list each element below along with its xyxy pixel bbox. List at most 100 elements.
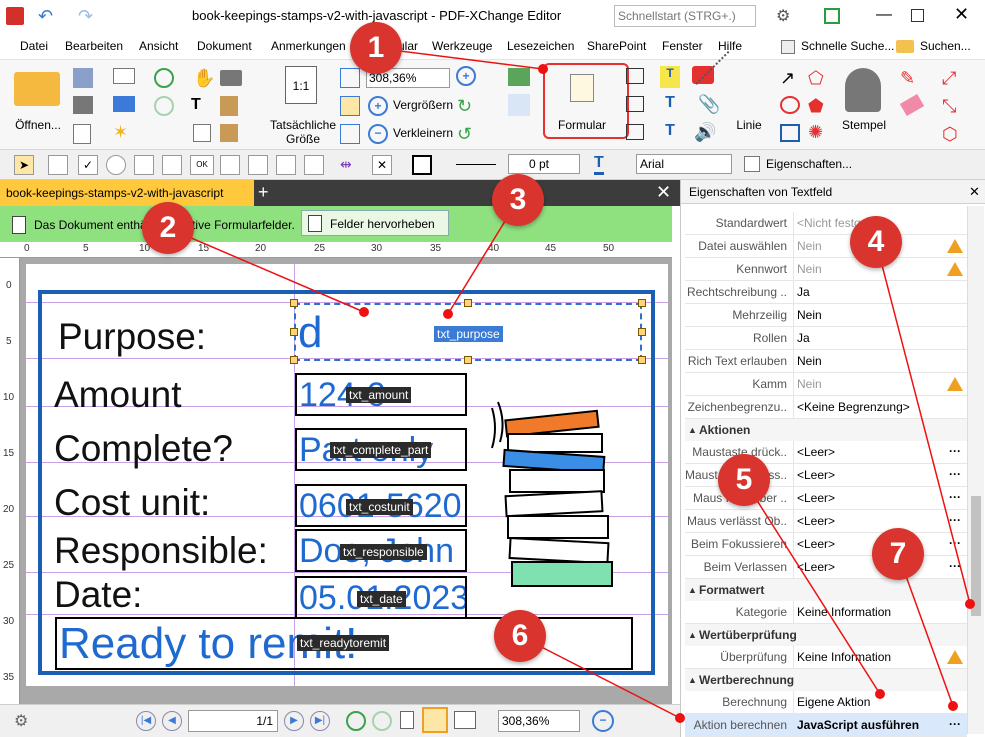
edit-icon[interactable]	[193, 124, 211, 142]
textfield-tool-icon[interactable]	[48, 155, 68, 175]
checkbox-tool-icon[interactable]: ✓	[78, 155, 98, 175]
resize-handle[interactable]	[464, 299, 472, 307]
textbox-icon[interactable]	[626, 96, 644, 112]
border-color-icon[interactable]	[412, 155, 432, 175]
measure-area-icon[interactable]: ⤡	[942, 96, 956, 117]
action-row[interactable]: Maus verlässt Ob.. <Leer> ···	[685, 510, 967, 533]
prop-row-value[interactable]: <Keine Begrenzung>	[793, 396, 943, 419]
polygon-icon[interactable]: ⬠	[808, 68, 824, 89]
facing-pages-icon[interactable]	[454, 711, 476, 729]
action-row-value[interactable]: <Leer>	[793, 441, 943, 464]
menu-dokument[interactable]: Dokument	[197, 32, 252, 60]
calc-row[interactable]: Berechnung Eigene Aktion	[685, 691, 967, 714]
fit-page-icon[interactable]	[340, 68, 360, 88]
star-icon[interactable]: ✶	[113, 122, 128, 143]
folder-open-icon[interactable]	[14, 72, 60, 106]
strikeout-text-icon[interactable]: T	[660, 94, 680, 116]
section-aktionen-collapse-icon[interactable]: ▲	[688, 419, 697, 441]
select-text-icon[interactable]: T	[191, 96, 201, 114]
camera-icon[interactable]	[220, 70, 242, 86]
prop-row[interactable]: Mehrzeilig Nein	[685, 304, 967, 327]
prop-row[interactable]: Rich Text erlauben Nein	[685, 350, 967, 373]
menu-sharepoint[interactable]: SharePoint	[587, 32, 646, 60]
ellipsis-button[interactable]: ···	[949, 510, 961, 530]
resize-handle[interactable]	[638, 356, 646, 364]
zoom-out-label[interactable]: Verkleinern	[393, 126, 453, 140]
close-window-button[interactable]: ✕	[954, 4, 969, 25]
pencil-icon[interactable]: ✎	[900, 68, 915, 89]
last-page-button[interactable]: ▶|	[310, 711, 330, 731]
copy-icon[interactable]	[220, 124, 238, 142]
scan-icon[interactable]	[113, 96, 135, 112]
menu-fenster[interactable]: Fenster	[662, 32, 703, 60]
measure-icon[interactable]: ⤢	[942, 68, 956, 89]
undo-icon[interactable]: ↶	[38, 6, 53, 27]
quickstart-input[interactable]: Schnellstart (STRG+.)	[614, 5, 756, 27]
prop-row[interactable]: Kennwort Nein	[685, 258, 967, 281]
section-wertberechnung-collapse-icon[interactable]: ▲	[688, 669, 697, 691]
status-zoom-input[interactable]: 308,36%	[498, 710, 580, 732]
radio-tool-icon[interactable]	[106, 155, 126, 175]
prop-row[interactable]: Standardwert <Nicht festgelegt>	[685, 212, 967, 235]
action-row-value[interactable]: <Leer>	[793, 510, 943, 533]
highlight-fields-button[interactable]: Felder hervorheben	[301, 210, 449, 236]
resize-handle[interactable]	[290, 356, 298, 364]
calc-row-value[interactable]: Eigene Aktion	[793, 691, 943, 714]
action-row-value[interactable]: <Leer>	[793, 464, 943, 487]
listbox-tool-icon[interactable]	[134, 155, 154, 175]
cloud-icon[interactable]: ✺	[808, 122, 823, 143]
text-insert-icon[interactable]	[508, 94, 530, 116]
zoom-in-plus-icon[interactable]: +	[456, 66, 476, 86]
ellipsis-button[interactable]: ···	[949, 464, 961, 484]
prop-row-value[interactable]: Nein	[793, 373, 943, 396]
properties-icon[interactable]	[744, 156, 760, 172]
text-color-icon[interactable]: T	[594, 154, 604, 175]
continuous-page-icon[interactable]	[422, 707, 448, 733]
resize-handle[interactable]	[290, 328, 298, 336]
menu-ansicht[interactable]: Ansicht	[139, 32, 178, 60]
action-row-value[interactable]: <Leer>	[793, 487, 943, 510]
prop-row[interactable]: Rollen Ja	[685, 327, 967, 350]
doc-tab[interactable]: book-keepings-stamps-v2-with-javascript	[0, 180, 254, 206]
prop-row[interactable]: Datei auswählen Nein	[685, 235, 967, 258]
distribute-icon[interactable]: ⇹	[340, 156, 352, 173]
resize-handle[interactable]	[464, 356, 472, 364]
hand-icon[interactable]: ✋	[193, 68, 215, 89]
date-tool-icon[interactable]	[276, 155, 296, 175]
rect-icon[interactable]	[780, 124, 800, 142]
delete-icon[interactable]: ✕	[372, 155, 392, 175]
action-row[interactable]: Beim Fokussieren <Leer> ···	[685, 533, 967, 556]
resize-handle[interactable]	[638, 328, 646, 336]
new-doc-icon[interactable]	[73, 124, 91, 144]
forward-icon[interactable]	[154, 96, 174, 116]
search-button[interactable]: Suchen...	[920, 32, 971, 60]
barcode-tool-icon[interactable]	[248, 155, 268, 175]
zoom-in-label[interactable]: Vergrößern	[393, 98, 453, 112]
line-button-label[interactable]: Linie	[724, 118, 774, 132]
ellipsis-button[interactable]: ···	[949, 556, 961, 576]
signature-tool-icon[interactable]	[220, 155, 240, 175]
validation-row[interactable]: Überprüfung Keine Information	[685, 646, 967, 669]
format-row[interactable]: Kategorie Keine Information	[685, 601, 967, 624]
select-arrow-icon[interactable]: ➤	[14, 155, 34, 175]
image-field-icon[interactable]	[304, 155, 324, 175]
ellipsis-button[interactable]: ···	[949, 441, 961, 461]
fit-visible-icon[interactable]	[340, 124, 360, 144]
quick-search-button[interactable]: Schnelle Suche...	[801, 32, 894, 60]
resize-handle[interactable]	[290, 299, 298, 307]
combobox-tool-icon[interactable]	[162, 155, 182, 175]
circle-icon[interactable]	[780, 96, 800, 114]
panel-close-button[interactable]: ✕	[969, 184, 980, 200]
minimize-button[interactable]: —	[876, 6, 892, 24]
new-tab-button[interactable]: +	[258, 182, 269, 203]
perimeter-icon[interactable]: ⬡	[942, 124, 958, 145]
eraser-icon[interactable]	[899, 93, 925, 117]
actual-size-label-2[interactable]: Größe	[268, 132, 338, 146]
redo-icon[interactable]: ↷	[78, 6, 93, 27]
ellipsis-button[interactable]: ···	[949, 714, 961, 734]
first-page-button[interactable]: |◀	[136, 711, 156, 731]
zoom-out-icon[interactable]: −	[368, 124, 388, 144]
prop-row[interactable]: Zeichenbegrenzu.. <Keine Begrenzung>	[685, 396, 967, 419]
rotate-right-icon[interactable]: ↻	[457, 96, 472, 117]
menu-werkzeuge[interactable]: Werkzeuge	[432, 32, 492, 60]
